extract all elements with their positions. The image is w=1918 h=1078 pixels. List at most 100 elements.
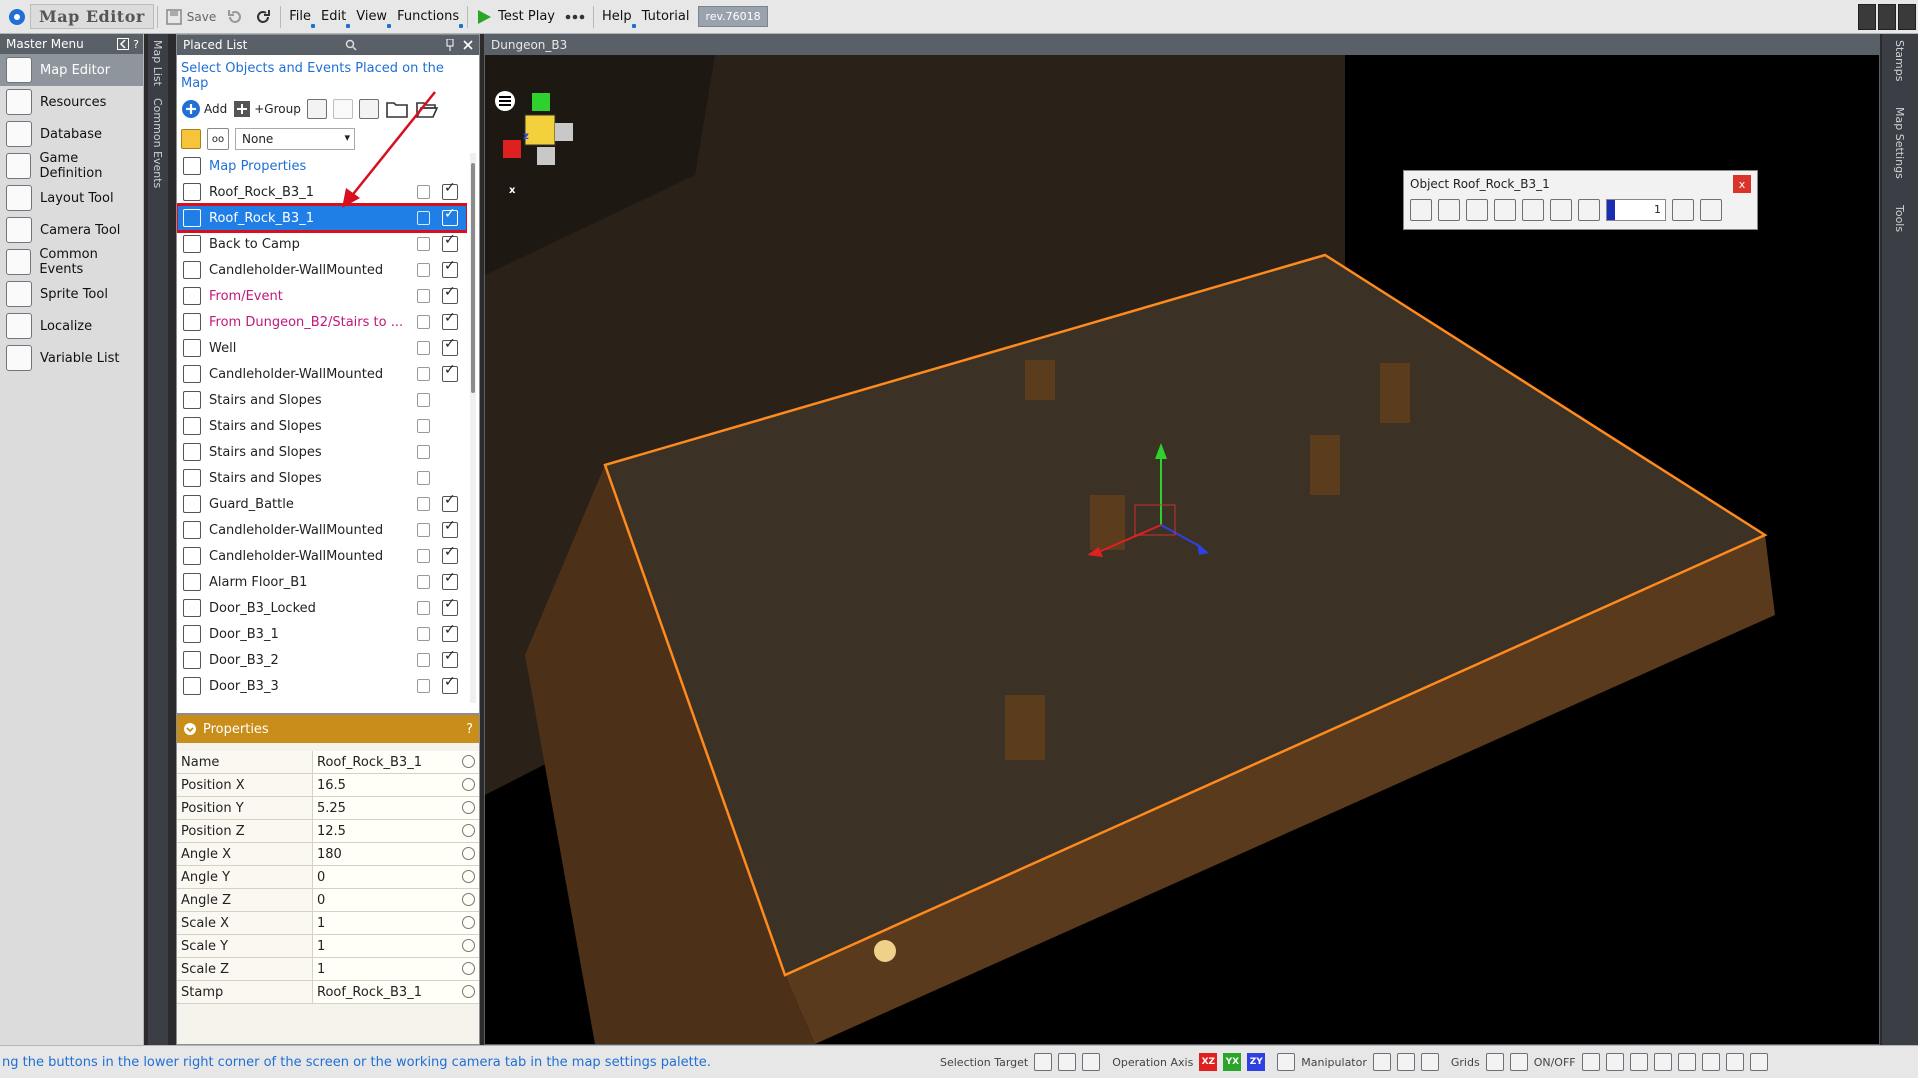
list-item[interactable]: Door_B3_2 [177,647,467,673]
lock-toggle-icon[interactable] [417,419,430,433]
placed-list-scrollbar[interactable] [470,153,476,703]
property-value[interactable]: 0 [313,866,479,888]
visibility-checkbox[interactable] [442,336,458,356]
lock-toggle-icon[interactable] [417,289,430,303]
list-item[interactable]: From/Event [177,283,467,309]
tutorial-button[interactable]: Tutorial [637,4,695,30]
pin-icon[interactable] [445,39,455,51]
property-value[interactable]: 1 [313,912,479,934]
lock-toggle-icon[interactable] [417,601,430,615]
property-reset-icon[interactable] [462,870,475,883]
export-icon[interactable] [1410,199,1432,221]
menu-view[interactable]: View [351,4,392,30]
master-menu-item-game-definition[interactable]: Game Definition [0,150,143,182]
close-window-button[interactable] [1898,3,1916,30]
master-menu-item-sprite-tool[interactable]: Sprite Tool [0,278,143,310]
scrollbar-thumb[interactable] [471,163,475,393]
property-value[interactable]: Roof_Rock_B3_1 [313,751,479,773]
visibility-checkbox[interactable] [442,648,458,668]
property-value[interactable]: Roof_Rock_B3_1 [313,981,479,1003]
collision-icon[interactable] [1701,1053,1720,1071]
lock-toggle-icon[interactable] [417,497,430,511]
property-value[interactable]: 1 [313,935,479,957]
rotate-manipulator-icon[interactable] [1396,1053,1415,1071]
grid-icon[interactable] [1509,1053,1528,1071]
close-icon[interactable] [463,40,473,50]
visibility-checkbox[interactable] [442,492,458,512]
eraser-icon[interactable] [1277,1053,1296,1071]
visibility-checkbox[interactable] [442,596,458,616]
magnet-icon[interactable] [1485,1053,1504,1071]
add-group-button[interactable]: +Group [233,100,301,118]
object-popup-close[interactable]: x [1733,175,1751,193]
tab-tools[interactable]: Tools [1890,199,1909,238]
property-reset-icon[interactable] [462,847,475,860]
layer-icon[interactable] [1605,1053,1624,1071]
lock-toggle-icon[interactable] [417,341,430,355]
menu-functions[interactable]: Functions [392,4,464,30]
rotate-icon[interactable] [1550,199,1572,221]
axis-yx-button[interactable]: YX [1223,1053,1242,1071]
property-value[interactable]: 5.25 [313,797,479,819]
grid-select-icon[interactable] [1034,1053,1053,1071]
visibility-checkbox[interactable] [442,362,458,382]
plus-icon[interactable] [1672,199,1694,221]
list-item[interactable]: Guard_Battle [177,491,467,517]
master-menu-item-camera-tool[interactable]: Camera Tool [0,214,143,246]
undo-button[interactable] [221,4,249,30]
lock-toggle-icon[interactable] [417,367,430,381]
visibility-checkbox[interactable] [442,570,458,590]
menu-file[interactable]: File [284,4,316,30]
menu-edit[interactable]: Edit [316,4,351,30]
visibility-checkbox[interactable] [442,674,458,694]
master-menu-help[interactable]: ? [133,38,139,51]
copy-icon[interactable] [306,99,327,119]
property-value[interactable]: 1 [313,958,479,980]
lock-toggle-icon[interactable] [417,237,430,251]
list-item[interactable]: Door_B3_1 [177,621,467,647]
search-icon[interactable] [345,39,357,51]
property-reset-icon[interactable] [462,755,475,768]
reset-icon[interactable] [1700,199,1722,221]
list-item[interactable]: Door_B3_3 [177,673,467,699]
master-menu-item-variable-list[interactable]: Variable List [0,342,143,374]
more-options-button[interactable] [560,4,590,30]
delete-object-icon[interactable] [1522,199,1544,221]
list-item[interactable]: Candleholder-WallMounted [177,257,467,283]
maximize-button[interactable] [1878,3,1896,30]
object-select-icon[interactable] [1058,1053,1077,1071]
list-item[interactable]: From Dungeon_B2/Stairs to ... [177,309,467,335]
lock-toggle-icon[interactable] [417,315,430,329]
tab-stamps[interactable]: Stamps [1890,34,1909,87]
master-menu-item-map-editor[interactable]: Map Editor [0,54,143,86]
property-reset-icon[interactable] [462,824,475,837]
lock-toggle-icon[interactable] [417,523,430,537]
add-button[interactable]: Add [181,99,227,119]
list-item[interactable]: Back to Camp [177,231,467,257]
list-item[interactable]: Well [177,335,467,361]
visibility-checkbox[interactable] [442,232,458,252]
minimize-button[interactable] [1858,3,1876,30]
lock-toggle-icon[interactable] [417,393,430,407]
list-item[interactable]: Stairs and Slopes [177,465,467,491]
menu-help[interactable]: Help [597,4,637,30]
property-value[interactable]: 16.5 [313,774,479,796]
property-reset-icon[interactable] [462,801,475,814]
property-reset-icon[interactable] [462,893,475,906]
lock-toggle-icon[interactable] [417,627,430,641]
visibility-checkbox[interactable] [442,622,458,642]
light-icon[interactable] [1653,1053,1672,1071]
property-reset-icon[interactable] [462,962,475,975]
master-menu-item-localize[interactable]: Localize [0,310,143,342]
lock-toggle-icon[interactable] [417,471,430,485]
tab-map-settings[interactable]: Map Settings [1890,101,1909,185]
lock-toggle-icon[interactable] [417,263,430,277]
grid-toggle-icon[interactable] [1581,1053,1600,1071]
lock-toggle-icon[interactable] [417,653,430,667]
lock-toggle-icon[interactable] [417,445,430,459]
collapse-circle-icon[interactable] [183,722,197,736]
collapse-icon[interactable] [117,38,130,51]
property-reset-icon[interactable] [462,916,475,929]
list-item[interactable]: Stairs and Slopes [177,413,467,439]
master-menu-item-database[interactable]: Database [0,118,143,150]
